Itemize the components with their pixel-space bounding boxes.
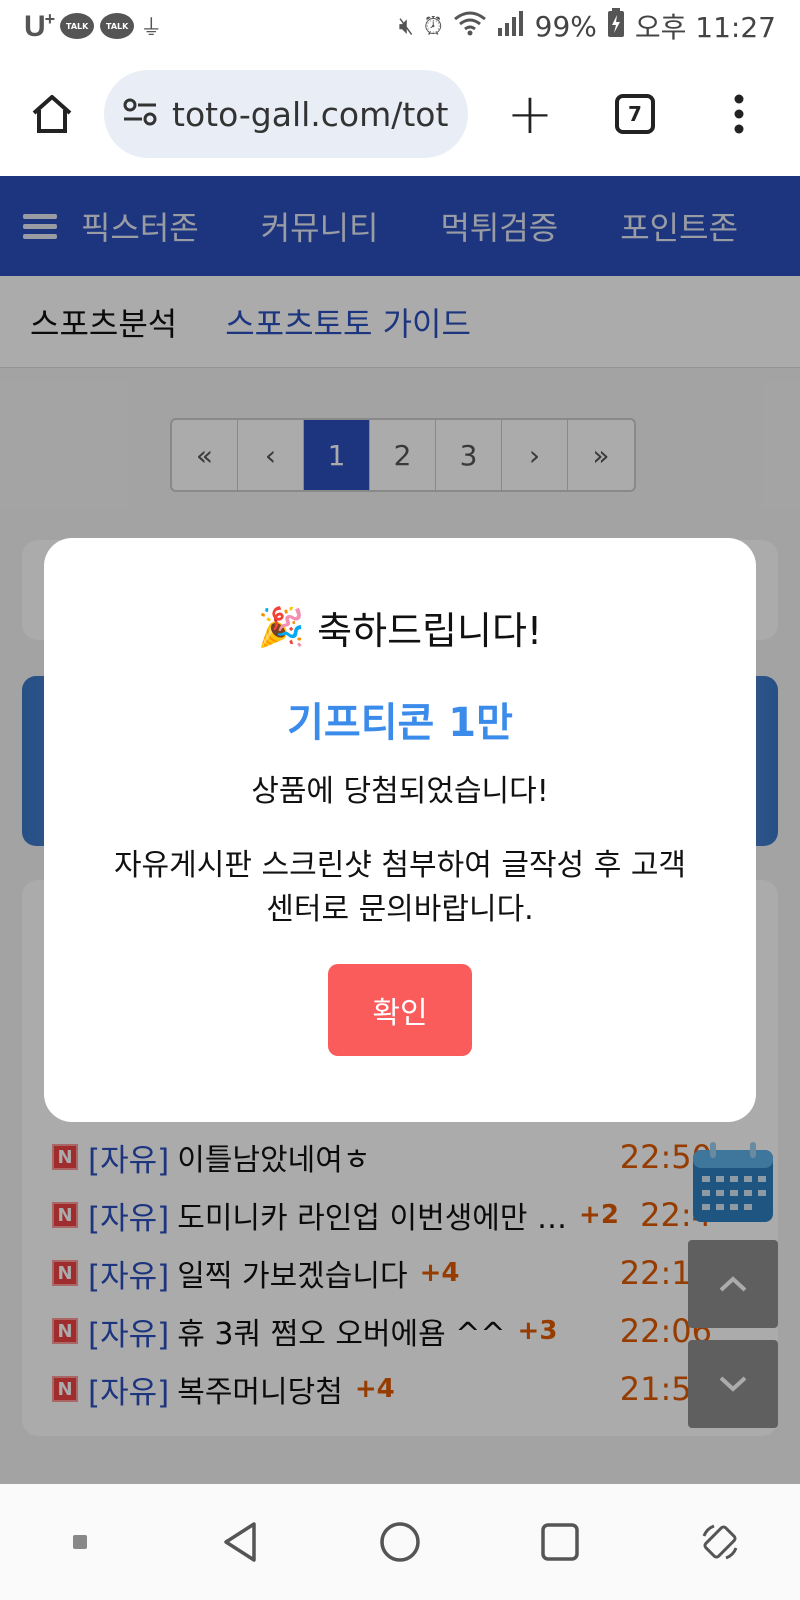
more-vert-icon (734, 94, 744, 134)
congrats-modal: 🎉 축하드립니다! 기프티콘 1만 상품에 당첨되었습니다! 자유게시판 스크린… (44, 538, 756, 1122)
mute-icon: 🔇︎ (398, 12, 414, 40)
kakaotalk-icon: TALK (60, 13, 95, 39)
modal-message: 상품에 당첨되었습니다! (251, 774, 549, 809)
clock: 오후 11:27 (634, 11, 776, 44)
modal-title: 🎉 축하드립니다! (44, 600, 756, 655)
confirm-button[interactable]: 확인 (328, 964, 472, 1056)
kakaotalk-icon-2: TALK (100, 13, 135, 39)
recents-square-icon (541, 1523, 579, 1561)
address-bar[interactable]: toto-gall.com/toto (104, 70, 468, 158)
back-triangle-icon (224, 1522, 256, 1562)
browser-menu-button[interactable] (678, 94, 800, 134)
battery-percent: 99% (534, 9, 597, 43)
prize-name: 기프티콘 1만 (287, 700, 513, 746)
recent-dot-button[interactable] (40, 1502, 120, 1582)
tab-count: 7 (615, 94, 655, 134)
rotate-button[interactable] (680, 1502, 760, 1582)
party-popper-icon: 🎉 (257, 605, 306, 649)
usb-icon: ⏚ (140, 16, 163, 41)
home-circle-icon (380, 1522, 420, 1562)
status-bar: U+ TALK TALK ⏚ 🔇︎ ⏰︎ 99% 오후 11:27 (0, 0, 800, 52)
url-text: toto-gall.com/toto (172, 94, 450, 134)
square-dot-icon (73, 1535, 87, 1549)
back-button[interactable] (200, 1502, 280, 1582)
browser-toolbar: toto-gall.com/toto + 7 (0, 52, 800, 176)
home-icon (32, 95, 72, 133)
site-settings-icon[interactable] (122, 97, 158, 131)
home-button[interactable] (0, 52, 104, 176)
recents-button[interactable] (520, 1502, 600, 1582)
signal-icon (497, 10, 525, 42)
carrier-label: U+ (24, 8, 55, 43)
new-tab-button[interactable]: + (468, 82, 592, 147)
modal-instructions: 자유게시판 스크린샷 첨부하여 글작성 후 고객센터로 문의바랍니다. (113, 848, 687, 927)
rotate-icon (702, 1524, 738, 1560)
battery-icon (607, 8, 625, 44)
home-nav-button[interactable] (360, 1502, 440, 1582)
modal-title-text: 축하드립니다! (317, 609, 543, 653)
system-nav-bar (0, 1484, 800, 1600)
alarm-icon: ⏰︎ (423, 12, 443, 40)
tab-switcher-button[interactable]: 7 (592, 94, 678, 134)
wifi-icon (453, 10, 487, 42)
